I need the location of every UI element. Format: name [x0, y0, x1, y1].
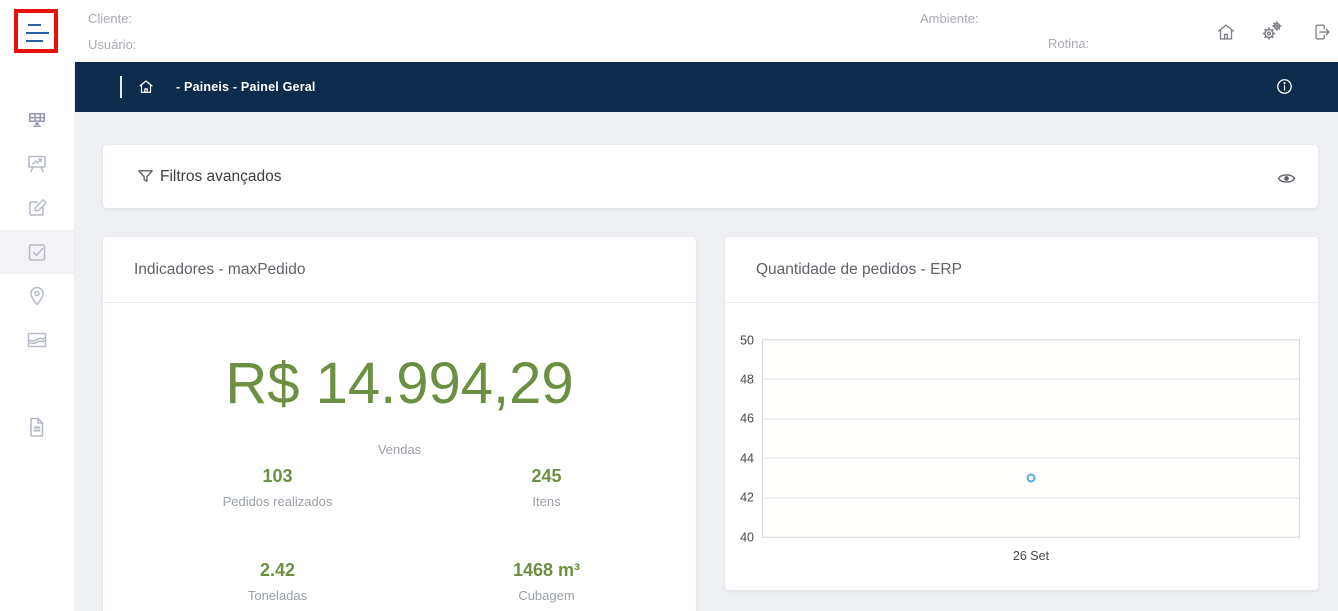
edit-icon	[25, 196, 49, 220]
indicators-card-title: Indicadores - maxPedido	[103, 237, 696, 303]
stat-label: Pedidos realizados	[222, 494, 333, 509]
sales-total-value: R$ 14.994,29	[225, 351, 574, 416]
advanced-filters-title: Filtros avançados	[160, 168, 282, 185]
area-chart-icon	[25, 328, 49, 352]
sales-total-label: Vendas	[377, 442, 422, 457]
sidebar-item-charts[interactable]	[0, 318, 74, 362]
sidebar-item-presentation[interactable]	[0, 142, 74, 186]
sidebar-item-panels[interactable]	[0, 98, 74, 142]
stat-cubagem: 1468 m³ Cubagem	[412, 560, 681, 603]
logout-icon[interactable]	[1311, 21, 1333, 43]
sidebar-item-tasks[interactable]	[0, 230, 74, 274]
presentation-chart-icon	[25, 152, 49, 176]
stat-value: 2.42	[259, 560, 296, 580]
indicators-card: Indicadores - maxPedido R$ 14.994,29 Ven…	[103, 237, 696, 611]
breadcrumb: - Paineis - Painel Geral	[176, 80, 316, 94]
chart-gridline	[763, 418, 1299, 420]
stat-label: Itens	[532, 494, 561, 509]
stat-toneladas: 2.42 Toneladas	[143, 560, 412, 603]
chart-ytick-label: 42	[740, 490, 754, 505]
rotina-label: Rotina:	[1048, 36, 1090, 51]
indicators-stats-grid: 103 Pedidos realizados 245 Itens 2.42 To…	[143, 466, 681, 603]
cliente-label: Cliente:	[88, 11, 133, 26]
stat-pedidos: 103 Pedidos realizados	[143, 466, 412, 509]
sidebar-item-edit[interactable]	[0, 186, 74, 230]
panel-grid-icon	[25, 108, 49, 132]
chart-ytick-label: 46	[740, 411, 754, 426]
breadcrumb-bar: - Paineis - Painel Geral	[75, 62, 1338, 112]
orders-chart-plot: 40 42 44 46 48 50	[740, 334, 1300, 543]
usuario-label: Usuário:	[88, 37, 137, 52]
stat-value: 103	[262, 466, 293, 486]
orders-card-title: Quantidade de pedidos - ERP	[725, 237, 1318, 303]
home-icon[interactable]	[1215, 21, 1237, 43]
stat-label: Toneladas	[247, 588, 308, 603]
stat-label: Cubagem	[518, 588, 575, 603]
map-pin-icon	[25, 284, 49, 308]
chart-xtick-label: 26 Set	[1012, 549, 1050, 563]
top-bar: Cliente: Usuário: Ambiente: Rotina:	[0, 0, 1338, 62]
filter-funnel-icon	[136, 167, 155, 186]
sidebar-item-documents[interactable]	[0, 405, 74, 449]
document-icon	[25, 415, 49, 439]
chart-gridline	[763, 497, 1299, 499]
chart-ytick-label: 50	[740, 332, 754, 347]
advanced-filters-panel[interactable]: Filtros avançados	[103, 145, 1318, 208]
chart-ytick-label: 40	[740, 529, 754, 544]
checkbox-icon	[25, 240, 49, 264]
chart-ytick-label: 44	[740, 450, 754, 465]
menu-button[interactable]	[14, 9, 58, 53]
sidebar-item-location[interactable]	[0, 274, 74, 318]
info-icon[interactable]	[1275, 77, 1294, 96]
orders-chart-card: Quantidade de pedidos - ERP 40 42 44 46 48 50…	[725, 237, 1318, 590]
ambiente-label: Ambiente:	[920, 11, 979, 26]
chart-gridline	[763, 378, 1299, 380]
menu-icon	[28, 24, 41, 26]
sidebar	[0, 62, 75, 611]
chart-data-point	[1026, 473, 1036, 483]
chart-gridline	[763, 457, 1299, 459]
stat-itens: 245 Itens	[412, 466, 681, 509]
stat-value: 1468 m³	[512, 560, 581, 580]
chart-gridline	[763, 339, 1299, 341]
settings-gears-icon[interactable]	[1260, 19, 1284, 43]
chart-ytick-label: 48	[740, 372, 754, 387]
breadcrumb-divider	[120, 76, 122, 98]
eye-icon[interactable]	[1277, 169, 1296, 188]
main-content: Filtros avançados Indicadores - maxPedid…	[75, 112, 1338, 611]
stat-value: 245	[531, 466, 562, 486]
home-icon[interactable]	[137, 78, 155, 96]
orders-chart-xaxis: 26 Set	[762, 538, 1300, 568]
